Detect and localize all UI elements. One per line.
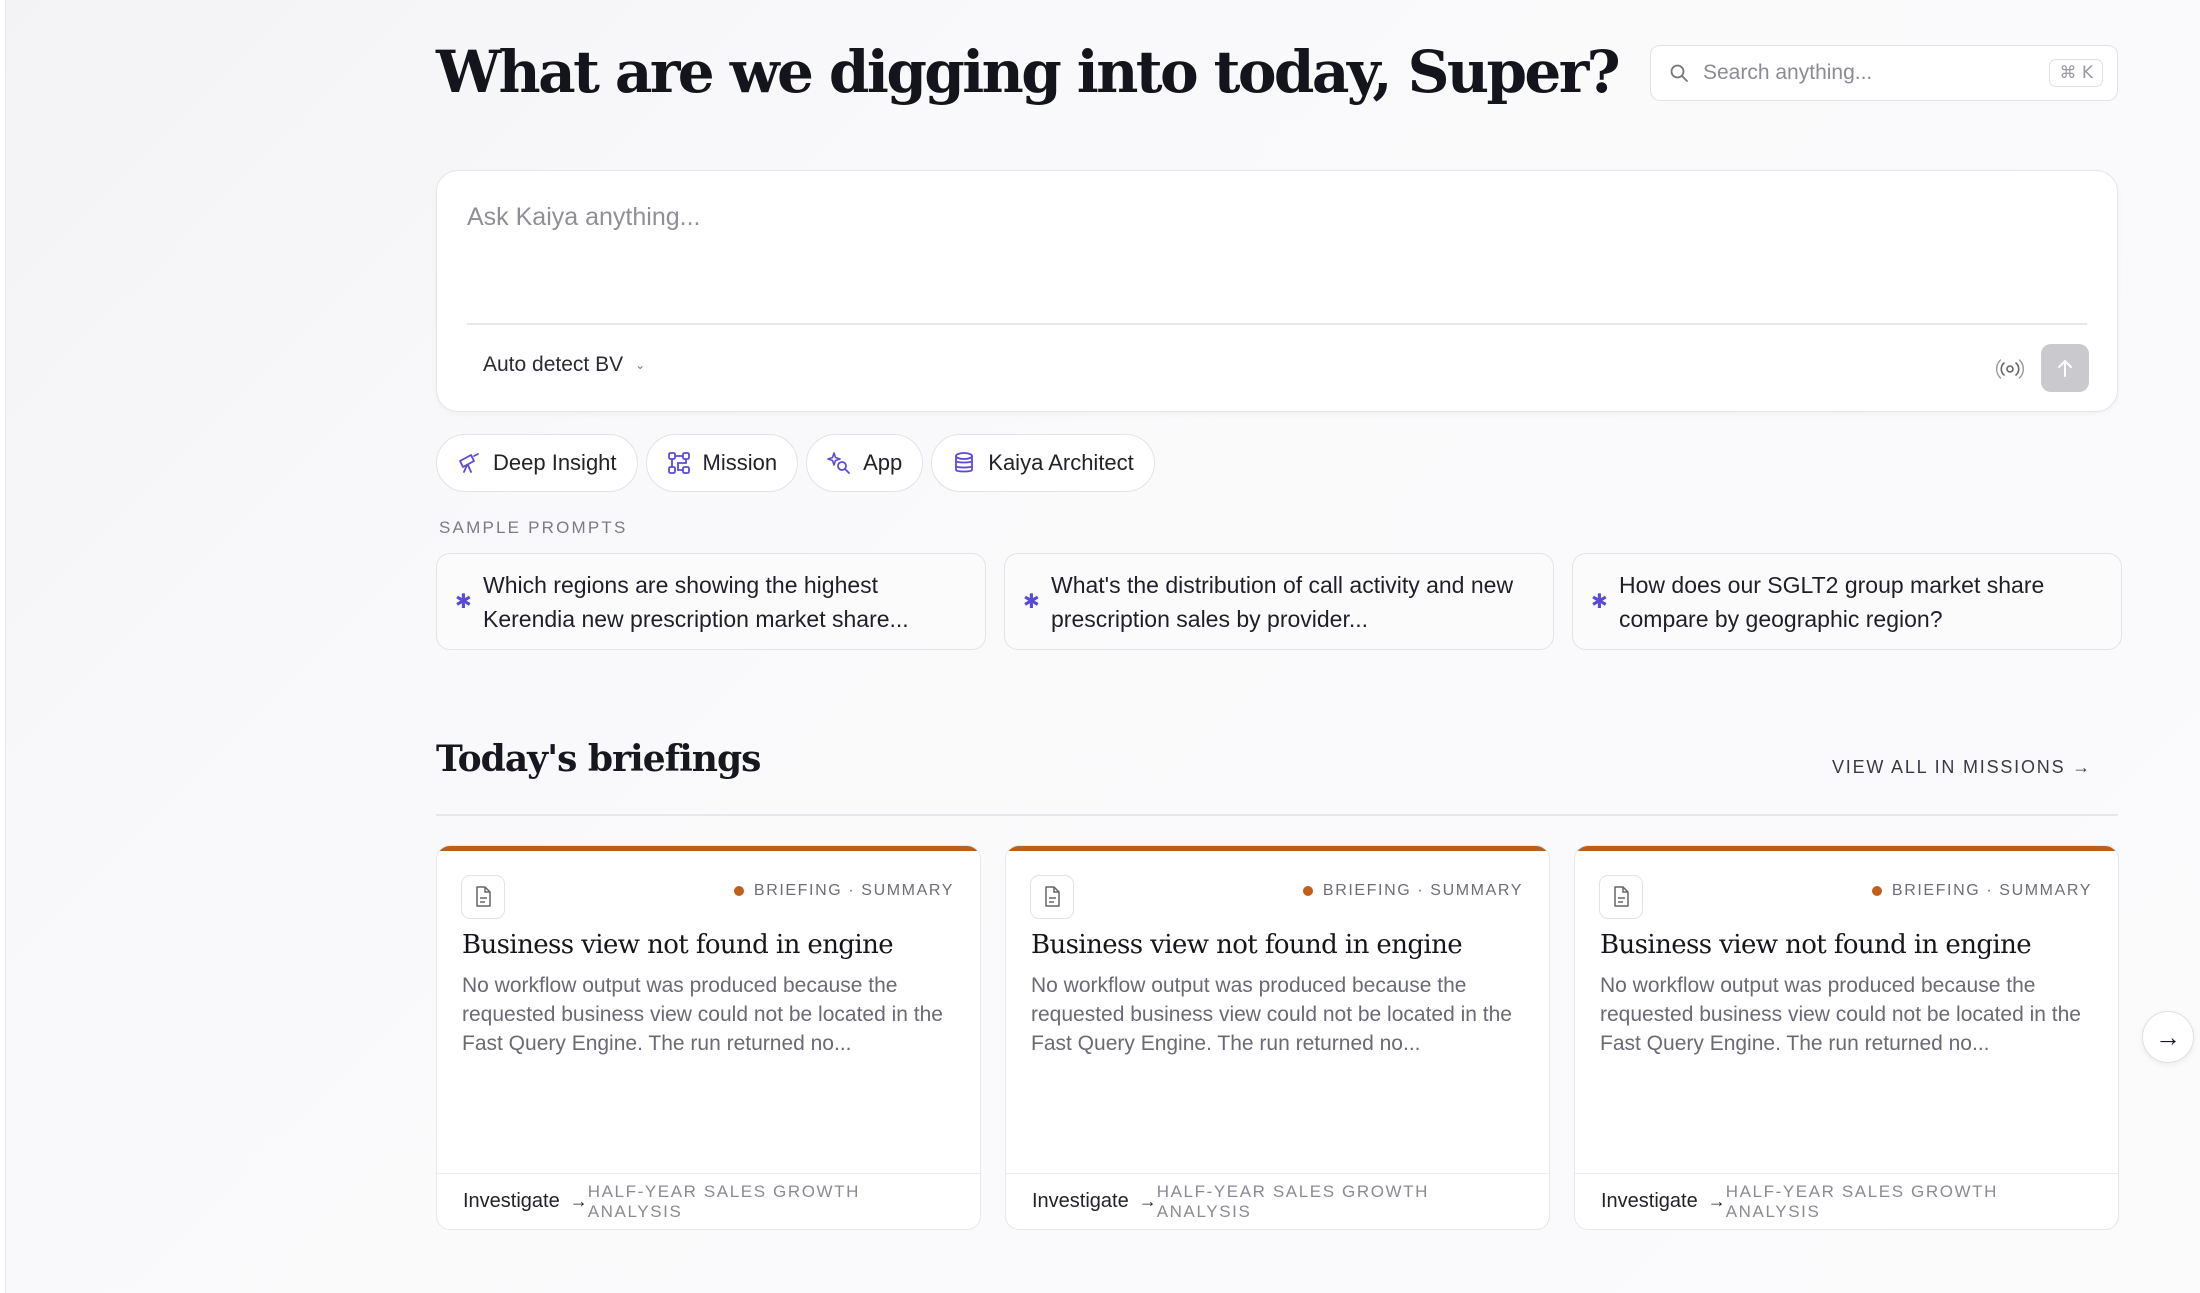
sample-prompt-card[interactable]: ✱ What's the distribution of call activi… [1004,553,1554,650]
card-footer: Investigate → HALF-YEAR SALES GROWTH ANAL… [437,1173,980,1229]
investigate-link[interactable]: Investigate → [463,1190,588,1213]
investigate-link[interactable]: Investigate → [1032,1190,1157,1213]
card-accent-bar [1575,846,2118,851]
sparkle-search-icon [827,452,851,474]
card-footer: Investigate → HALF-YEAR SALES GROWTH ANAL… [1575,1173,2118,1229]
card-body: No workflow output was produced because … [462,974,943,1055]
prompt-input[interactable] [467,203,2087,323]
mission-name: HALF-YEAR SALES GROWTH ANALYSIS [1156,1181,1430,1221]
telescope-icon [459,453,479,473]
document-icon [1599,875,1643,919]
arrow-right-icon: → [569,1191,588,1211]
mode-chip-deep-insight[interactable]: Deep Insight [436,434,638,492]
card-title: Business view not found in engine [1600,930,2032,960]
sample-prompt-text: Which regions are showing the highest Ke… [483,571,909,632]
mode-chip-label: Mission [702,450,778,475]
card-title: Business view not found in engine [1031,930,1463,960]
arrow-up-icon [2058,360,2072,377]
database-icon [955,452,974,473]
prompt-composer: Auto detect BV ⌄ [436,170,2118,412]
briefing-type-tag: BRIEFING · SUMMARY [733,882,954,900]
asterisk-icon: ✱ [1591,591,1608,613]
sample-prompt-card[interactable]: ✱ How does our SGLT2 group market share … [1572,553,2122,650]
mode-chip-kaiya-architect[interactable]: Kaiya Architect [931,434,1155,492]
view-all-missions-link[interactable]: VIEW ALL IN MISSIONS → [1832,757,2092,778]
workflow-icon [667,452,690,474]
send-button[interactable] [2041,344,2089,392]
investigate-link[interactable]: Investigate → [1601,1190,1726,1213]
left-sidebar-edge [0,0,6,1293]
mission-name: HALF-YEAR SALES GROWTH ANALYSIS [1725,1181,1999,1221]
chevron-down-icon: ⌄ [635,358,646,372]
document-icon [1030,875,1074,919]
status-dot [1302,886,1313,896]
mission-name: HALF-YEAR SALES GROWTH ANALYSIS [587,1181,861,1221]
card-body: No workflow output was produced because … [1600,974,2081,1055]
home-page: What are we digging into today, Super? ⌘… [436,0,2122,1293]
briefing-card[interactable]: BRIEFING · SUMMARY Business view not fou… [436,845,981,1230]
arrow-right-icon: → [2155,1021,2181,1052]
tag-label: BRIEFING · SUMMARY [1891,882,2092,899]
sample-prompts: ✱ Which regions are showing the highest … [436,553,2122,650]
investigate-label: Investigate [1601,1190,1698,1212]
document-icon [461,875,505,919]
search-icon [1670,64,1688,82]
keyboard-shortcut-badge: ⌘ K [2049,59,2103,87]
card-body: No workflow output was produced because … [1031,974,1512,1055]
status-dot [1871,886,1882,896]
mode-chip-app[interactable]: App [806,434,924,492]
search-input[interactable] [1703,61,2050,85]
card-footer: Investigate → HALF-YEAR SALES GROWTH ANAL… [1006,1173,1549,1229]
page-title: What are we digging into today, Super? [436,38,1621,106]
sample-prompts-heading: SAMPLE PROMPTS [439,518,628,537]
briefing-card[interactable]: BRIEFING · SUMMARY Business view not fou… [1574,845,2119,1230]
tag-label: BRIEFING · SUMMARY [1322,882,1523,899]
arrow-right-icon: → [1707,1191,1726,1211]
briefings-heading: Today's briefings [436,738,761,780]
global-search[interactable]: ⌘ K [1650,45,2118,101]
sample-prompt-text: What's the distribution of call activity… [1051,571,1514,632]
briefing-cards: BRIEFING · SUMMARY Business view not fou… [436,845,2119,1230]
voice-input-icon[interactable] [1995,354,2025,384]
mode-chip-label: Kaiya Architect [988,450,1134,475]
mode-chip-label: App [863,450,903,475]
asterisk-icon: ✱ [1023,591,1040,613]
composer-divider [467,323,2087,325]
arrow-right-icon: → [1138,1191,1157,1211]
card-accent-bar [437,846,980,851]
briefing-card[interactable]: BRIEFING · SUMMARY Business view not fou… [1005,845,1550,1230]
carousel-next-button[interactable]: → [2142,1011,2194,1063]
investigate-label: Investigate [1032,1190,1129,1212]
mode-chips: Deep Insight Mission App Kaiya Architect [436,434,1155,492]
sample-prompt-card[interactable]: ✱ Which regions are showing the highest … [436,553,986,650]
status-dot [733,886,744,896]
mode-chip-label: Deep Insight [493,450,617,475]
asterisk-icon: ✱ [455,591,472,613]
business-view-select-label: Auto detect BV [483,353,624,376]
briefing-type-tag: BRIEFING · SUMMARY [1302,882,1523,900]
business-view-select[interactable]: Auto detect BV ⌄ [483,353,645,377]
card-accent-bar [1006,846,1549,851]
sample-prompt-text: How does our SGLT2 group market share co… [1619,571,2045,632]
tag-label: BRIEFING · SUMMARY [753,882,954,899]
mode-chip-mission[interactable]: Mission [645,434,799,492]
briefings-divider [436,814,2118,816]
investigate-label: Investigate [463,1190,560,1212]
briefing-type-tag: BRIEFING · SUMMARY [1871,882,2092,900]
card-title: Business view not found in engine [462,930,894,960]
